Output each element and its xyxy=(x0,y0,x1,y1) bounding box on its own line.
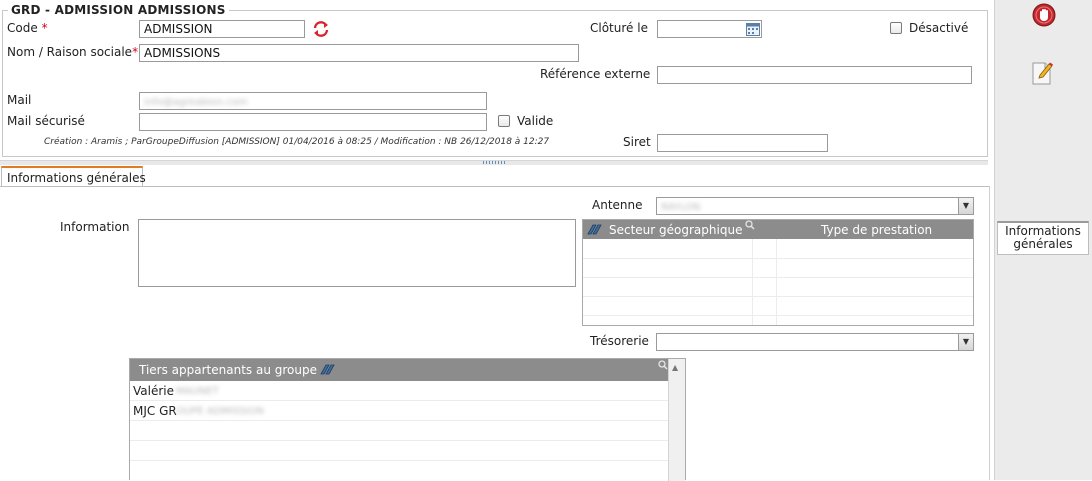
chevron-down-icon[interactable]: ▼ xyxy=(958,334,973,350)
information-label: Information xyxy=(60,220,130,234)
table-row[interactable] xyxy=(130,441,668,461)
mail-securise-label: Mail sécurisé xyxy=(7,114,85,128)
table-row[interactable] xyxy=(130,421,668,441)
secteur-grid: Secteur géographique Type de prestation xyxy=(582,219,974,326)
antenne-select[interactable]: RAYLON ▼ xyxy=(656,197,974,215)
desactive-checkbox[interactable] xyxy=(890,22,902,34)
calendar-icon[interactable] xyxy=(746,22,760,36)
tiers-name-rest: MAUNET xyxy=(176,386,219,397)
refresh-icon[interactable] xyxy=(312,20,330,38)
tiers-name: Valérie xyxy=(133,384,174,398)
secteur-grid-header: Secteur géographique Type de prestation xyxy=(583,220,973,239)
cloture-date-input[interactable] xyxy=(657,20,762,38)
splitter-grip[interactable] xyxy=(483,161,505,164)
code-label: Code * xyxy=(7,21,48,35)
edit-note-icon[interactable] xyxy=(1030,60,1054,86)
stop-button[interactable] xyxy=(1032,3,1056,27)
mail-input[interactable]: info@agreabion.com xyxy=(139,92,487,110)
desactive-label: Désactivé xyxy=(909,21,969,35)
siret-label: Siret xyxy=(623,135,651,149)
valide-checkbox[interactable] xyxy=(498,115,510,127)
tresorerie-select[interactable]: ▼ xyxy=(656,333,974,351)
name-label: Nom / Raison sociale* xyxy=(7,45,139,59)
antenne-value: RAYLON xyxy=(661,202,701,213)
entity-title: GRD - ADMISSION ADMISSIONS xyxy=(8,3,229,17)
table-row[interactable] xyxy=(583,278,973,297)
antenne-label: Antenne xyxy=(592,198,643,212)
chevron-down-icon[interactable]: ▼ xyxy=(958,198,973,214)
link-icon[interactable] xyxy=(319,362,336,380)
tresorerie-label: Trésorerie xyxy=(590,334,649,348)
scrollbar[interactable]: ▲ xyxy=(668,359,685,481)
sidebar-item-informations-generales[interactable]: Informations générales xyxy=(997,221,1089,255)
table-row[interactable]: MJC GR OUPE ADMISSION xyxy=(130,401,668,421)
reference-externe-input[interactable] xyxy=(657,66,972,84)
tiers-grid-title: Tiers appartenants au groupe xyxy=(139,363,317,377)
reference-externe-label: Référence externe xyxy=(540,67,651,81)
search-icon[interactable] xyxy=(745,220,755,233)
tiers-name: MJC GR xyxy=(133,404,177,418)
link-icon[interactable] xyxy=(586,222,603,240)
table-row[interactable]: Valérie MAUNET xyxy=(130,381,668,401)
right-sidebar: Informations générales xyxy=(994,0,1092,480)
type-prestation-column-header[interactable]: Type de prestation xyxy=(821,223,932,237)
mail-securise-input[interactable] xyxy=(139,113,487,131)
code-input[interactable]: ADMISSION xyxy=(139,20,305,38)
valide-label: Valide xyxy=(517,114,554,128)
table-row[interactable] xyxy=(583,297,973,316)
tiers-grid-header: Tiers appartenants au groupe xyxy=(130,359,668,381)
table-row[interactable] xyxy=(583,240,973,259)
search-icon[interactable] xyxy=(658,359,668,373)
secteur-column-header[interactable]: Secteur géographique xyxy=(609,223,742,237)
siret-input[interactable] xyxy=(657,134,828,152)
table-row[interactable] xyxy=(583,259,973,278)
tiers-grid: Tiers appartenants au groupe ▲ Valérie M… xyxy=(129,358,686,481)
name-input[interactable]: ADMISSIONS xyxy=(139,44,579,62)
tab-informations-generales[interactable]: Informations générales xyxy=(1,166,146,187)
information-textarea[interactable] xyxy=(138,219,576,287)
tiers-name-rest: OUPE ADMISSION xyxy=(176,406,264,417)
audit-info: Création : Aramis ; ParGroupeDiffusion [… xyxy=(44,137,550,147)
mail-value: info@agreabion.com xyxy=(144,97,248,108)
chevron-up-icon[interactable]: ▲ xyxy=(672,363,678,372)
mail-label: Mail xyxy=(7,93,32,107)
cloture-label: Clôturé le xyxy=(590,21,648,35)
